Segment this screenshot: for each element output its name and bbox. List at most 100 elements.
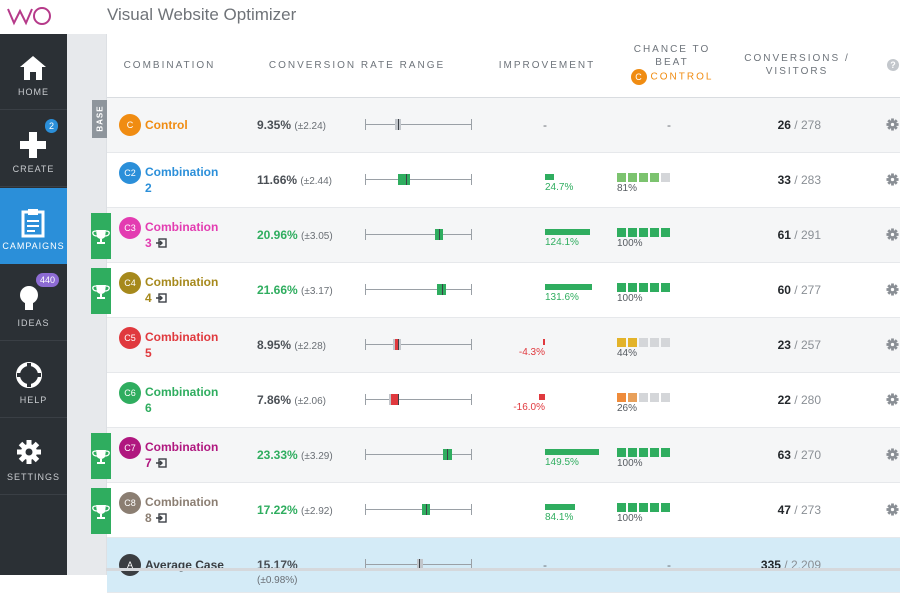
row-settings-gear-icon[interactable] — [886, 448, 899, 461]
row-settings-gear-icon[interactable] — [886, 283, 899, 296]
chance-value: 100% — [617, 458, 643, 469]
range-median — [447, 449, 449, 460]
improvement-value: 124.1% — [545, 237, 579, 248]
average-row[interactable]: A Average Case 15.17% (±0.98%) - -335 / 2,2… — [107, 538, 900, 593]
table-bottom-border — [106, 568, 900, 571]
chance-square — [661, 283, 670, 292]
vwo-logo[interactable] — [6, 6, 54, 26]
range-tick-left — [365, 229, 366, 240]
table-row[interactable]: C4 Combination 4 21.66% (±3.17) 131.6% 10… — [107, 263, 900, 318]
combination-name[interactable]: Combination 7 — [145, 439, 218, 471]
combination-name[interactable]: Combination 6 — [145, 384, 218, 416]
combination-name[interactable]: Control — [145, 117, 188, 133]
conversion-rate-value: 11.66% — [257, 173, 298, 187]
sidebar: HOME 2 CREATE CAMPAIGNS 440 IDEAS HELP S… — [0, 34, 67, 575]
chance-square — [639, 173, 648, 182]
table-row[interactable]: C5 Combination 5 8.95% (±2.28) -4.3% 44% 2… — [107, 318, 900, 373]
combination-badge: C — [119, 114, 141, 136]
conversions-visitors: 33 / 283 — [777, 173, 821, 187]
visitors-count: 270 — [800, 448, 821, 462]
sidebar-item-label: HOME — [18, 87, 49, 97]
header-conversions-visitors[interactable]: CONVERSIONS / VISITORS — [737, 52, 857, 78]
row-settings-gear-icon[interactable] — [886, 228, 899, 241]
chance-square — [661, 448, 670, 457]
combination-name[interactable]: Combination 2 — [145, 164, 218, 196]
conversions-visitors: 61 / 291 — [777, 228, 821, 242]
chance-square — [650, 228, 659, 237]
row-settings-gear-icon[interactable] — [886, 393, 899, 406]
improvement-empty: - — [543, 118, 547, 132]
row-settings-gear-icon[interactable] — [886, 338, 899, 351]
chance-square — [639, 283, 648, 292]
visitors-count: 283 — [800, 173, 821, 187]
chance-square — [650, 338, 659, 347]
header-improvement[interactable]: IMPROVEMENT — [487, 59, 607, 72]
sidebar-item-home[interactable]: HOME — [0, 34, 67, 110]
sidebar-item-campaigns[interactable]: CAMPAIGNS — [0, 188, 67, 264]
sidebar-item-ideas[interactable]: 440 IDEAS — [0, 265, 67, 341]
row-settings-gear-icon[interactable] — [886, 173, 899, 186]
table-row[interactable]: C Control 9.35% (±2.24) - - 26 / 278 — [107, 98, 900, 153]
conversion-rate: 23.33% (±3.29) — [257, 448, 337, 462]
row-settings-gear-icon[interactable] — [886, 118, 899, 131]
chance-empty: - — [667, 118, 671, 132]
conversion-rate-margin: (±3.17) — [301, 286, 333, 297]
combination-name[interactable]: Combination 5 — [145, 329, 218, 361]
table-row[interactable]: C3 Combination 3 20.96% (±3.05) 124.1% 10… — [107, 208, 900, 263]
open-external-icon[interactable] — [155, 458, 167, 468]
conversion-rate: 9.35% (±2.24) — [257, 118, 337, 132]
chance-square — [617, 393, 626, 402]
combination-name[interactable]: Combination 3 — [145, 219, 218, 251]
conversion-rate-range-plot — [365, 504, 475, 516]
table-row[interactable]: C6 Combination 6 7.86% (±2.06) -16.0% 26%… — [107, 373, 900, 428]
range-median — [441, 284, 443, 295]
chance-square — [639, 228, 648, 237]
combination-index: 6 — [145, 401, 152, 415]
conversion-rate-value: 8.95% — [257, 338, 292, 352]
chance-value: 81% — [617, 183, 638, 194]
table-row[interactable]: C2 Combination 2 11.66% (±2.44) 24.7% 81%… — [107, 153, 900, 208]
gear-icon — [17, 440, 41, 464]
conversion-rate-margin: (±0.98%) — [257, 575, 298, 586]
sidebar-item-label: HELP — [19, 395, 48, 405]
combination-label: Combination — [145, 275, 219, 289]
table-row[interactable]: C7 Combination 7 23.33% (±3.29) 149.5% 10… — [107, 428, 900, 483]
chance-square — [617, 228, 626, 237]
range-box-gain — [398, 174, 411, 185]
combination-index: 3 — [145, 236, 152, 250]
header-chance-to-beat[interactable]: CHANCE TO BEAT C CONTROL — [617, 43, 727, 85]
range-tick-left — [365, 504, 366, 515]
app-title: Visual Website Optimizer — [107, 5, 297, 24]
conversion-rate: 21.66% (±3.17) — [257, 283, 337, 297]
header-conversion-rate-range[interactable]: CONVERSION RATE RANGE — [267, 59, 447, 72]
open-external-icon[interactable] — [155, 238, 167, 248]
range-axis — [365, 344, 471, 345]
trophy-icon — [92, 285, 110, 299]
sidebar-item-label: SETTINGS — [6, 472, 60, 482]
row-settings-gear-icon[interactable] — [886, 503, 899, 516]
combination-name[interactable]: Combination 4 — [145, 274, 218, 306]
help-icon[interactable]: ? — [887, 59, 899, 71]
conversions-visitors: 63 / 270 — [777, 448, 821, 462]
trophy-icon — [92, 505, 110, 519]
conversion-rate-value: 9.35% — [257, 118, 292, 132]
conversion-rate-range-plot — [365, 339, 475, 351]
conversions-count: 23 — [777, 338, 791, 352]
sidebar-item-settings[interactable]: SETTINGS — [0, 419, 67, 495]
chance-square — [628, 173, 637, 182]
chance-square — [650, 448, 659, 457]
visitors-count: 273 — [800, 503, 821, 517]
trophy-icon — [92, 450, 110, 464]
sidebar-item-help[interactable]: HELP — [0, 342, 67, 418]
combination-badge: C6 — [119, 382, 141, 404]
chance-value: 100% — [617, 238, 643, 249]
open-external-icon[interactable] — [155, 513, 167, 523]
combination-name[interactable]: Combination 8 — [145, 494, 218, 526]
header-combination[interactable]: COMBINATION — [107, 59, 232, 72]
open-external-icon[interactable] — [155, 293, 167, 303]
sidebar-item-create[interactable]: 2 CREATE — [0, 111, 67, 187]
chance-square — [661, 503, 670, 512]
table-row[interactable]: C8 Combination 8 17.22% (±2.92) 84.1% 100… — [107, 483, 900, 538]
conversion-rate-range-plot — [365, 449, 475, 461]
range-tick-right — [471, 119, 472, 130]
